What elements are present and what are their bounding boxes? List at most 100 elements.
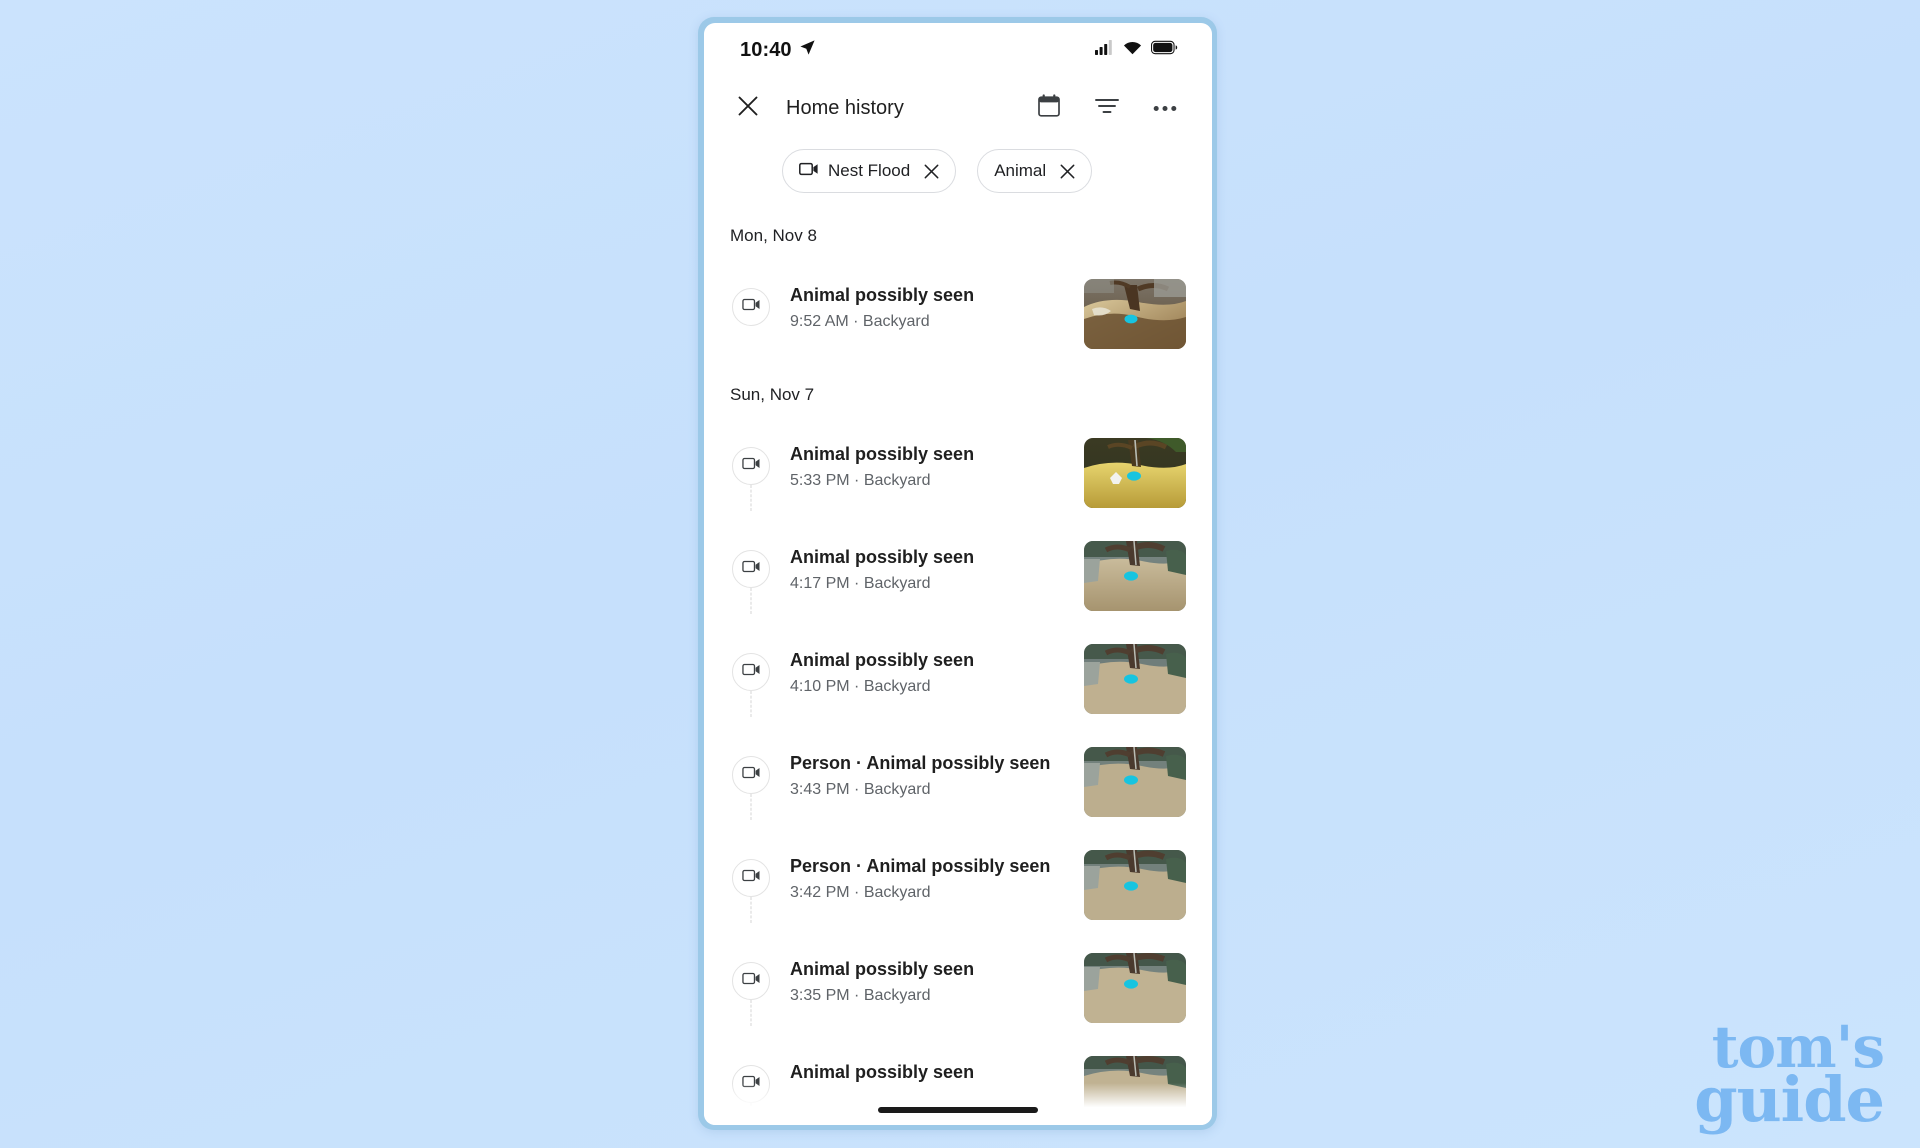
event-subtitle: 4:10 PM · Backyard <box>790 678 931 696</box>
timeline-connector <box>750 897 752 923</box>
close-icon <box>738 96 758 121</box>
event-title: Animal possibly seen <box>790 650 975 670</box>
event-rail <box>730 738 772 820</box>
location-arrow-icon <box>799 39 816 61</box>
filter-chip-label: Animal <box>994 161 1047 180</box>
event-subtitle: 4:17 PM · Backyard <box>790 575 931 593</box>
event-thumbnail[interactable] <box>1084 438 1186 508</box>
event-text: Person · Animal possibly seen 3:42 PM · … <box>772 841 1084 904</box>
event-thumbnail[interactable] <box>1084 279 1186 349</box>
event-subtitle: 9:52 AM · Backyard <box>790 313 930 331</box>
history-event-row[interactable]: Animal possibly seen 4:17 PM · Backyard <box>704 532 1212 614</box>
status-bar-right <box>1095 40 1178 60</box>
history-section: Sun, Nov 7 Animal possibly seen 5:33 PM … <box>704 349 1212 1125</box>
history-event-row[interactable]: Person · Animal possibly seen 3:42 PM · … <box>704 841 1212 923</box>
history-section: Mon, Nov 8 Animal possibly seen 9:52 AM … <box>704 193 1212 349</box>
video-camera-icon <box>741 1075 761 1093</box>
event-title: Person · Animal possibly seen <box>790 856 1051 876</box>
event-text: Animal possibly seen 5:33 PM · Backyard <box>772 429 1084 492</box>
event-text: Animal possibly seen 3:35 PM · Backyard <box>772 944 1084 1007</box>
event-title: Animal possibly seen <box>790 547 975 567</box>
event-type-badge <box>732 653 770 691</box>
timeline-connector <box>750 1000 752 1026</box>
event-subtitle: 3:35 PM · Backyard <box>790 987 931 1005</box>
event-title: Person · Animal possibly seen <box>790 753 1051 773</box>
calendar-button[interactable] <box>1034 93 1064 123</box>
status-time: 10:40 <box>740 38 792 61</box>
event-subtitle: 3:42 PM · Backyard <box>790 884 931 902</box>
video-camera-icon <box>741 663 761 681</box>
more-options-button[interactable] <box>1150 93 1180 123</box>
event-text: Animal possibly seen 4:17 PM · Backyard <box>772 532 1084 595</box>
history-list: Mon, Nov 8 Animal possibly seen 9:52 AM … <box>704 193 1212 1125</box>
remove-chip-button[interactable] <box>1060 164 1075 179</box>
home-indicator[interactable] <box>878 1107 1038 1113</box>
history-event-row[interactable]: Animal possibly seen <box>704 1047 1212 1125</box>
event-type-badge <box>732 859 770 897</box>
event-rail <box>730 944 772 1026</box>
event-title: Animal possibly seen <box>790 285 975 305</box>
app-bar: Home history <box>704 77 1212 139</box>
timeline-connector <box>750 1103 752 1125</box>
phone-screen: 10:40 Home history Nest Flood Animal Mon… <box>704 23 1212 1125</box>
history-event-row[interactable]: Animal possibly seen 9:52 AM · Backyard <box>704 270 1212 349</box>
video-camera-icon <box>741 457 761 475</box>
event-type-badge <box>732 550 770 588</box>
event-thumbnail[interactable] <box>1084 644 1186 714</box>
date-header: Sun, Nov 7 <box>730 385 815 404</box>
event-text: Person · Animal possibly seen 3:43 PM · … <box>772 738 1084 801</box>
event-title: Animal possibly seen <box>790 959 975 979</box>
calendar-icon <box>1038 94 1060 122</box>
filter-button[interactable] <box>1092 93 1122 123</box>
event-type-badge <box>732 1065 770 1103</box>
event-subtitle: 5:33 PM · Backyard <box>790 472 931 490</box>
event-thumbnail[interactable] <box>1084 953 1186 1023</box>
video-camera-icon <box>741 972 761 990</box>
cellular-signal-icon <box>1095 40 1114 60</box>
filter-icon <box>1095 97 1119 120</box>
event-text: Animal possibly seen 9:52 AM · Backyard <box>772 270 1084 333</box>
event-text: Animal possibly seen <box>772 1047 1084 1089</box>
event-type-badge <box>732 447 770 485</box>
date-header: Mon, Nov 8 <box>730 226 817 245</box>
video-camera-icon <box>799 162 819 181</box>
event-rail <box>730 532 772 614</box>
app-bar-actions <box>1034 93 1186 123</box>
history-event-row[interactable]: Animal possibly seen 5:33 PM · Backyard <box>704 429 1212 511</box>
page-title: Home history <box>786 96 904 119</box>
phone-frame: 10:40 Home history Nest Flood Animal Mon… <box>698 17 1217 1130</box>
event-type-badge <box>732 756 770 794</box>
close-button[interactable] <box>730 90 766 126</box>
event-subtitle: 3:43 PM · Backyard <box>790 781 931 799</box>
history-event-row[interactable]: Animal possibly seen 3:35 PM · Backyard <box>704 944 1212 1026</box>
event-rail <box>730 270 772 326</box>
battery-full-icon <box>1151 40 1178 60</box>
filter-chip-animal[interactable]: Animal <box>977 149 1093 193</box>
event-thumbnail[interactable] <box>1084 1056 1186 1125</box>
event-rail <box>730 1047 772 1125</box>
remove-chip-button[interactable] <box>924 164 939 179</box>
timeline-connector <box>750 588 752 614</box>
event-title: Animal possibly seen <box>790 444 975 464</box>
event-type-badge <box>732 962 770 1000</box>
timeline-connector <box>750 691 752 717</box>
watermark-line-2: guide <box>1694 1062 1885 1136</box>
more-options-icon <box>1153 99 1177 117</box>
event-thumbnail[interactable] <box>1084 541 1186 611</box>
timeline-connector <box>750 485 752 511</box>
event-rail <box>730 635 772 717</box>
event-type-badge <box>732 288 770 326</box>
event-thumbnail[interactable] <box>1084 850 1186 920</box>
event-thumbnail[interactable] <box>1084 747 1186 817</box>
event-rail <box>730 841 772 923</box>
history-event-row[interactable]: Animal possibly seen 4:10 PM · Backyard <box>704 635 1212 717</box>
video-camera-icon <box>741 560 761 578</box>
history-event-row[interactable]: Person · Animal possibly seen 3:43 PM · … <box>704 738 1212 820</box>
timeline-connector <box>750 794 752 820</box>
wifi-icon <box>1123 40 1142 60</box>
video-camera-icon <box>741 869 761 887</box>
filter-chip-nest-flood[interactable]: Nest Flood <box>782 149 957 193</box>
event-rail <box>730 429 772 511</box>
video-camera-icon <box>741 766 761 784</box>
event-title: Animal possibly seen <box>790 1062 975 1082</box>
